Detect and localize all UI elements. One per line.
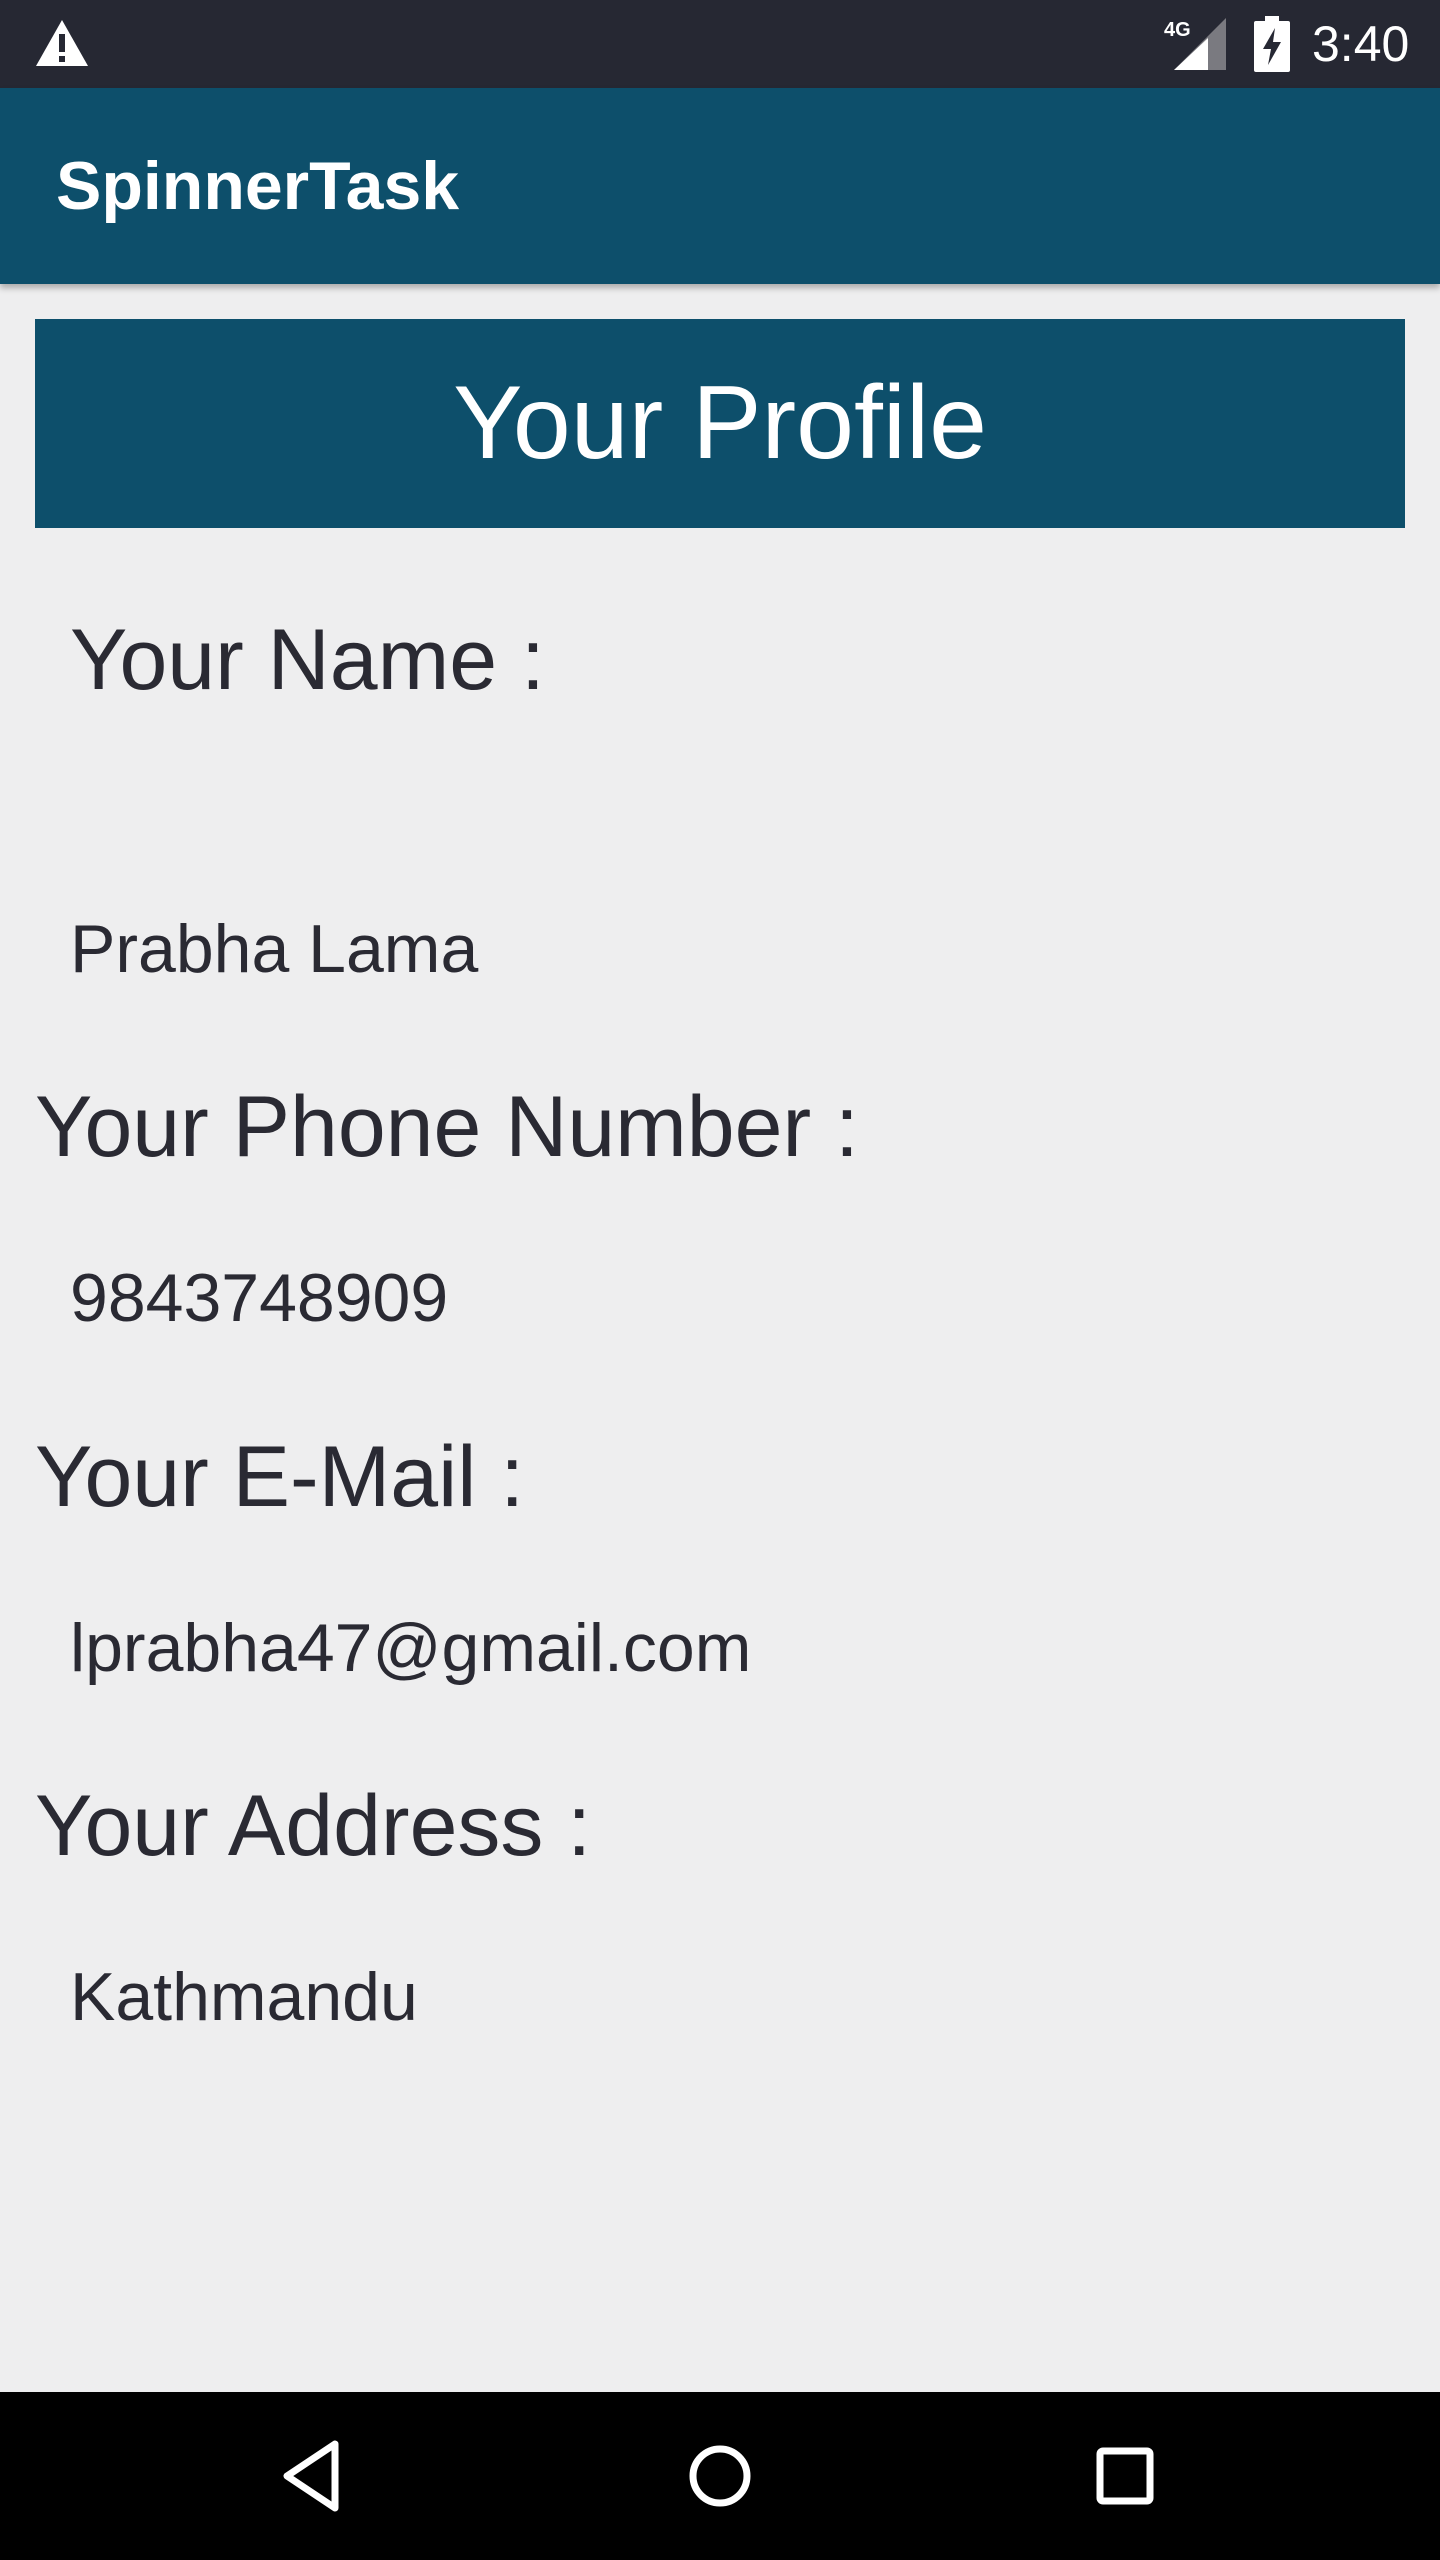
email-label: Your E-Mail : — [35, 1429, 525, 1525]
home-icon[interactable] — [670, 2426, 770, 2526]
warning-icon — [36, 20, 88, 66]
back-icon[interactable] — [265, 2426, 365, 2526]
status-bar: 4G 3:40 — [0, 0, 1440, 88]
app-title: SpinnerTask — [56, 148, 460, 224]
name-label: Your Name : — [70, 612, 545, 708]
profile-header: Your Profile — [35, 319, 1405, 528]
phone-label: Your Phone Number : — [35, 1079, 859, 1175]
battery-charging-icon — [1254, 16, 1290, 72]
status-time: 3:40 — [1312, 16, 1410, 72]
nav-bar — [0, 2392, 1440, 2560]
phone-value: 9843748909 — [70, 1260, 449, 1336]
svg-text:4G: 4G — [1164, 19, 1191, 41]
signal-icon: 4G — [1164, 18, 1226, 70]
address-value: Kathmandu — [70, 1959, 418, 2035]
address-label: Your Address : — [35, 1778, 592, 1874]
email-value: lprabha47@gmail.com — [70, 1610, 752, 1686]
recents-icon[interactable] — [1075, 2426, 1175, 2526]
app-bar: SpinnerTask — [0, 88, 1440, 284]
name-value: Prabha Lama — [70, 911, 479, 987]
